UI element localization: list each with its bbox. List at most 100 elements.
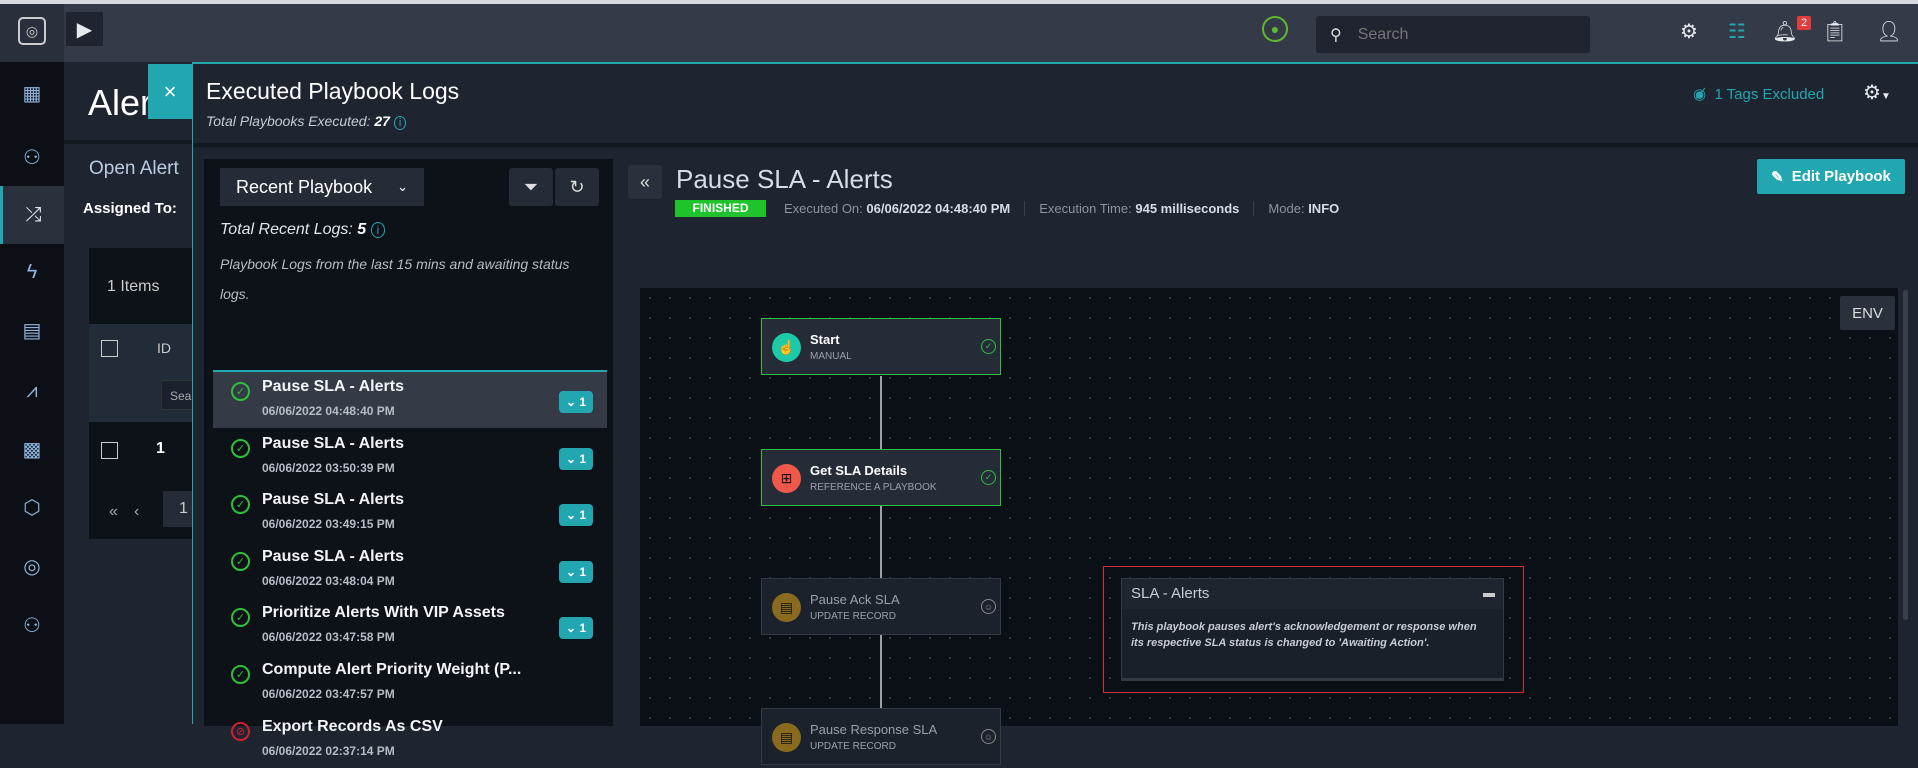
- expand-sidebar-button[interactable]: ▶: [66, 12, 103, 46]
- top-bar: ◎ ▶ ● ⚲ ⚙ ☷ 🔔︎ 2 📋︎ 👤︎: [0, 0, 1918, 62]
- expand-children-badge[interactable]: ⌄ 1: [559, 504, 593, 527]
- refresh-icon: ↻: [569, 176, 585, 197]
- double-chevron-left-icon: «: [639, 171, 650, 192]
- user-icon[interactable]: 👤︎: [1876, 16, 1902, 46]
- eye-slash-icon: ◉̸: [1693, 86, 1707, 103]
- reference-playbook-icon: ⊞: [772, 464, 801, 493]
- log-list-item[interactable]: ✓ Pause SLA - Alerts 06/06/2022 03:50:39…: [213, 429, 607, 485]
- recent-value: 5: [357, 221, 367, 238]
- select-value: Recent Playbook: [236, 176, 373, 197]
- playbook-canvas[interactable]: ENV ☝ Start MANUAL ✓ ⊞ Get SLA Details REFERE…: [640, 288, 1908, 765]
- executed-playbook-logs-panel: Executed Playbook Logs Total Playbooks E…: [192, 62, 1918, 765]
- users-icon[interactable]: ⚇: [0, 596, 64, 654]
- lightning-icon[interactable]: ϟ: [0, 243, 64, 301]
- node-pause-ack-sla[interactable]: ▤ Pause Ack SLA UPDATE RECORD ☺: [761, 578, 1001, 635]
- playbook-tree-icon[interactable]: ☷: [1724, 16, 1750, 46]
- row-checkbox[interactable]: [101, 442, 118, 459]
- log-list-item[interactable]: ✓ Pause SLA - Alerts 06/06/2022 04:48:40…: [213, 372, 607, 428]
- collapse-list-button[interactable]: «: [628, 165, 662, 199]
- update-record-icon: ▤: [772, 723, 801, 752]
- mode-label: Mode:: [1268, 201, 1305, 216]
- node-title: Pause Response SLA: [810, 722, 938, 737]
- close-panel-button[interactable]: ×: [148, 64, 192, 119]
- search-input[interactable]: [1357, 25, 1558, 44]
- status-badge: FINISHED: [675, 200, 766, 217]
- page-title: Aler: [88, 82, 153, 123]
- note-title: SLA - Alerts: [1131, 585, 1210, 602]
- chevron-down-icon: ⌄: [565, 508, 577, 523]
- mode: Mode: INFO: [1253, 201, 1339, 216]
- sla-note: SLA - Alerts This playbook pauses alert'…: [1121, 578, 1504, 681]
- note-text: This playbook pauses alert's acknowledge…: [1131, 621, 1477, 649]
- expand-children-badge[interactable]: ⌄ 1: [559, 391, 593, 413]
- info-icon[interactable]: i: [393, 116, 407, 130]
- canvas-scrollbar[interactable]: [1903, 290, 1908, 620]
- logs-description: Playbook Logs from the last 15 mins and …: [220, 256, 570, 302]
- minimize-icon[interactable]: [1483, 593, 1495, 597]
- edit-playbook-button[interactable]: ✎ Edit Playbook: [1757, 159, 1905, 194]
- expand-children-badge[interactable]: ⌄ 1: [559, 560, 593, 583]
- log-name: Prioritize Alerts With VIP Assets: [262, 604, 505, 622]
- row-id: 1: [156, 440, 165, 457]
- check-icon: ✓: [981, 339, 996, 354]
- bell-icon[interactable]: 🔔︎: [1772, 16, 1798, 46]
- failed-icon: ⊘: [231, 721, 250, 741]
- log-list-item[interactable]: ✓ Pause SLA - Alerts 06/06/2022 03:49:15…: [213, 485, 607, 541]
- recent-logs-list-panel: Recent Playbook ⌄ ⏷ ↻ Total Recent Logs: …: [204, 159, 613, 758]
- id-column-header[interactable]: ID: [157, 340, 171, 356]
- settings-icon[interactable]: ⚙: [1676, 16, 1702, 46]
- badge-count: 1: [579, 451, 587, 466]
- prev-page-icon[interactable]: ‹: [134, 503, 139, 521]
- log-list-item[interactable]: ✓ Compute Alert Priority Weight (P... 06…: [213, 655, 607, 711]
- node-get-sla-details[interactable]: ⊞ Get SLA Details REFERENCE A PLAYBOOK ✓: [761, 449, 1001, 506]
- assigned-to-label: Assigned To:: [83, 200, 177, 217]
- log-name: Pause SLA - Alerts: [262, 378, 404, 395]
- log-list-item[interactable]: ⊘ Export Records As CSV 06/06/2022 02:37…: [213, 712, 607, 768]
- expand-children-badge[interactable]: ⌄ 1: [559, 447, 593, 470]
- node-pause-response-sla[interactable]: ▤ Pause Response SLA UPDATE RECORD ☺: [761, 708, 1001, 765]
- clipboard-icon[interactable]: 📋︎: [1822, 16, 1848, 46]
- status-icon[interactable]: ●: [1262, 16, 1288, 42]
- node-subtitle: MANUAL: [810, 351, 852, 362]
- log-type-select[interactable]: Recent Playbook ⌄: [220, 168, 424, 206]
- success-check-icon: ✓: [231, 608, 250, 628]
- node-title: Start: [810, 332, 840, 347]
- log-list-item[interactable]: ✓ Prioritize Alerts With VIP Assets 06/0…: [213, 598, 607, 654]
- teams-icon[interactable]: ⚇: [0, 128, 64, 186]
- log-date: 06/06/2022 03:47:57 PM: [262, 687, 395, 701]
- panel-title: Executed Playbook Logs: [206, 78, 460, 104]
- skipped-icon: ☺: [981, 599, 996, 614]
- info-icon[interactable]: i: [370, 222, 386, 238]
- success-check-icon: ✓: [231, 382, 250, 401]
- skipped-icon: ☺: [981, 729, 996, 744]
- app-logo[interactable]: ◎: [0, 4, 64, 62]
- dashboard-icon[interactable]: ▦: [0, 64, 64, 122]
- first-page-icon[interactable]: «: [109, 503, 118, 521]
- sidebar: ▦ ⚇ ⤮ ϟ ▤ ⩘ ▩ ⬡ ◎ ⚇: [0, 62, 64, 724]
- total-value: 27: [374, 113, 390, 129]
- check-icon: ✓: [981, 470, 996, 485]
- log-list-item[interactable]: ✓ Pause SLA - Alerts 06/06/2022 03:48:04…: [213, 542, 607, 598]
- refresh-button[interactable]: ↻: [555, 168, 599, 206]
- shuffle-icon[interactable]: ⤮: [0, 186, 64, 244]
- badge-count: 1: [579, 564, 587, 579]
- tags-excluded-link[interactable]: ◉̸ 1 Tags Excluded: [1693, 85, 1824, 103]
- env-button[interactable]: ENV: [1840, 296, 1895, 330]
- lifebuoy-icon[interactable]: ◎: [0, 537, 64, 595]
- mode-value: INFO: [1308, 201, 1340, 216]
- logo-icon: ◎: [18, 17, 46, 45]
- expand-children-badge[interactable]: ⌄ 1: [559, 617, 593, 640]
- node-start[interactable]: ☝ Start MANUAL ✓: [761, 318, 1001, 375]
- close-icon: ×: [163, 78, 177, 104]
- panel-settings-dropdown[interactable]: ⚙▼: [1863, 80, 1891, 105]
- search-box[interactable]: ⚲: [1316, 16, 1590, 53]
- open-alerts-label: Open Alert: [89, 158, 179, 179]
- apps-icon[interactable]: ▩: [0, 420, 64, 478]
- filter-button[interactable]: ⏷: [509, 168, 553, 206]
- select-all-checkbox[interactable]: [101, 340, 118, 357]
- log-name: Export Records As CSV: [262, 717, 443, 735]
- execution-meta: Executed On: 06/06/2022 04:48:40 PM Exec…: [784, 201, 1339, 216]
- briefcase-icon[interactable]: ▤: [0, 301, 64, 359]
- chart-icon[interactable]: ⩘: [0, 362, 64, 420]
- hexagon-icon[interactable]: ⬡: [0, 478, 64, 536]
